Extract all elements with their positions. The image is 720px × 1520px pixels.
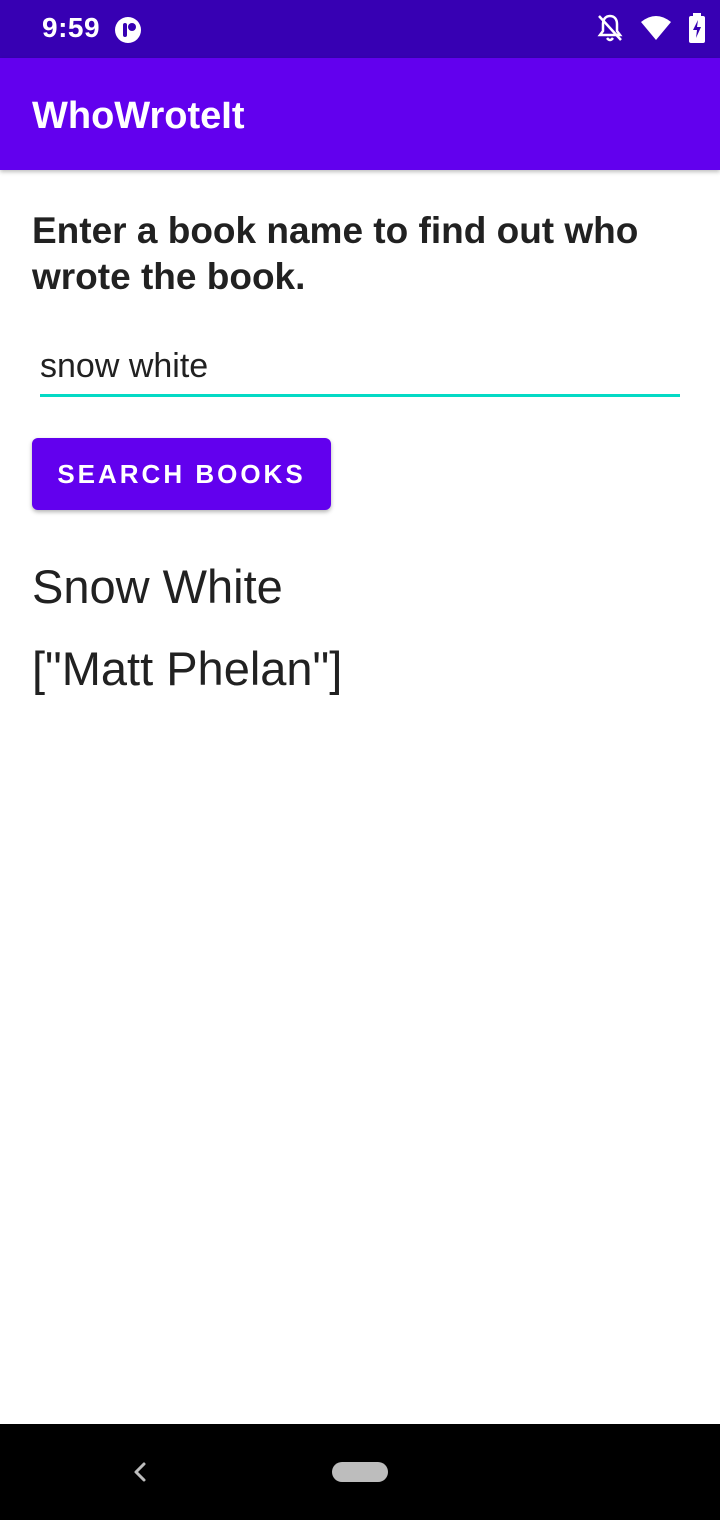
notifications-off-icon bbox=[596, 13, 624, 48]
book-name-input[interactable] bbox=[40, 338, 680, 397]
home-pill[interactable] bbox=[332, 1462, 388, 1482]
battery-charging-icon bbox=[688, 12, 706, 48]
result-title: Snow White bbox=[32, 560, 283, 613]
instructions-text: Enter a book name to find out who wrote … bbox=[32, 210, 639, 297]
status-bar: 9:59 bbox=[0, 0, 720, 58]
wifi-icon bbox=[640, 15, 672, 46]
search-books-button[interactable]: SEARCH BOOKS bbox=[32, 438, 331, 510]
app-bar: WhoWroteIt bbox=[0, 58, 720, 170]
result-authors: ["Matt Phelan"] bbox=[32, 642, 343, 695]
app-notification-icon bbox=[114, 16, 142, 44]
status-time: 9:59 bbox=[42, 12, 101, 43]
app-title: WhoWroteIt bbox=[32, 95, 245, 137]
status-icons bbox=[596, 12, 706, 48]
back-icon[interactable] bbox=[124, 1456, 156, 1488]
navigation-bar bbox=[0, 1424, 720, 1520]
